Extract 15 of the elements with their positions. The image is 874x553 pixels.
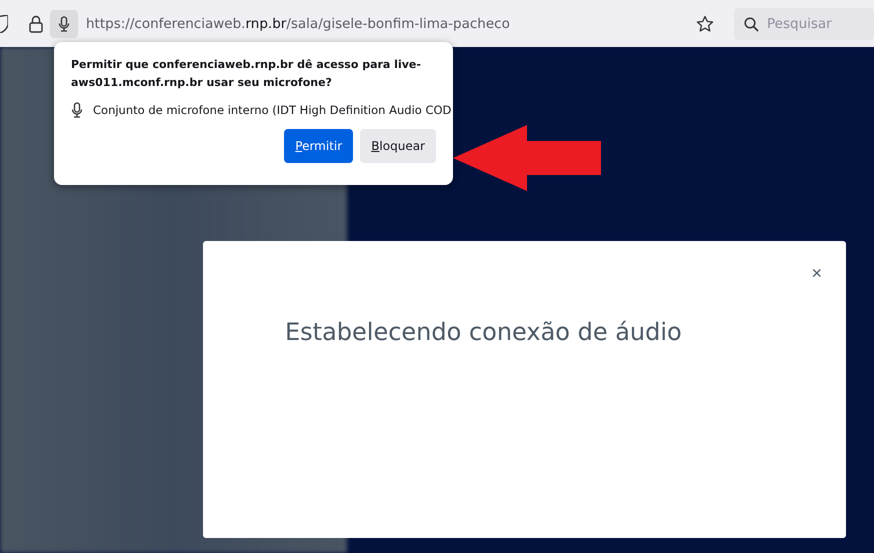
device-name: Conjunto de microfone interno (IDT High Definition Audio COD [93, 103, 452, 117]
close-button[interactable]: × [807, 263, 826, 284]
lock-icon[interactable] [28, 14, 44, 32]
permission-question: Permitir que conferenciaweb.rnp.br dê acesso para live-aws011.mconf.rnp.br usar seu microfone? [71, 57, 422, 91]
star-icon[interactable] [696, 14, 714, 32]
shield-icon[interactable] [0, 14, 8, 32]
url-field[interactable]: https://conferenciaweb.rnp.br/sala/gisele-bonfim-lima-pacheco [84, 16, 690, 32]
microphone-permission-button[interactable] [50, 10, 78, 38]
modal-title: Estabelecendo conexão de áudio [285, 318, 682, 346]
allow-button[interactable]: Permitir [284, 129, 354, 163]
block-button[interactable]: Bloquear [360, 129, 436, 163]
microphone-icon [71, 102, 83, 118]
search-field[interactable]: Pesquisar [734, 8, 874, 40]
search-icon [744, 16, 759, 32]
microphone-icon [58, 16, 70, 32]
